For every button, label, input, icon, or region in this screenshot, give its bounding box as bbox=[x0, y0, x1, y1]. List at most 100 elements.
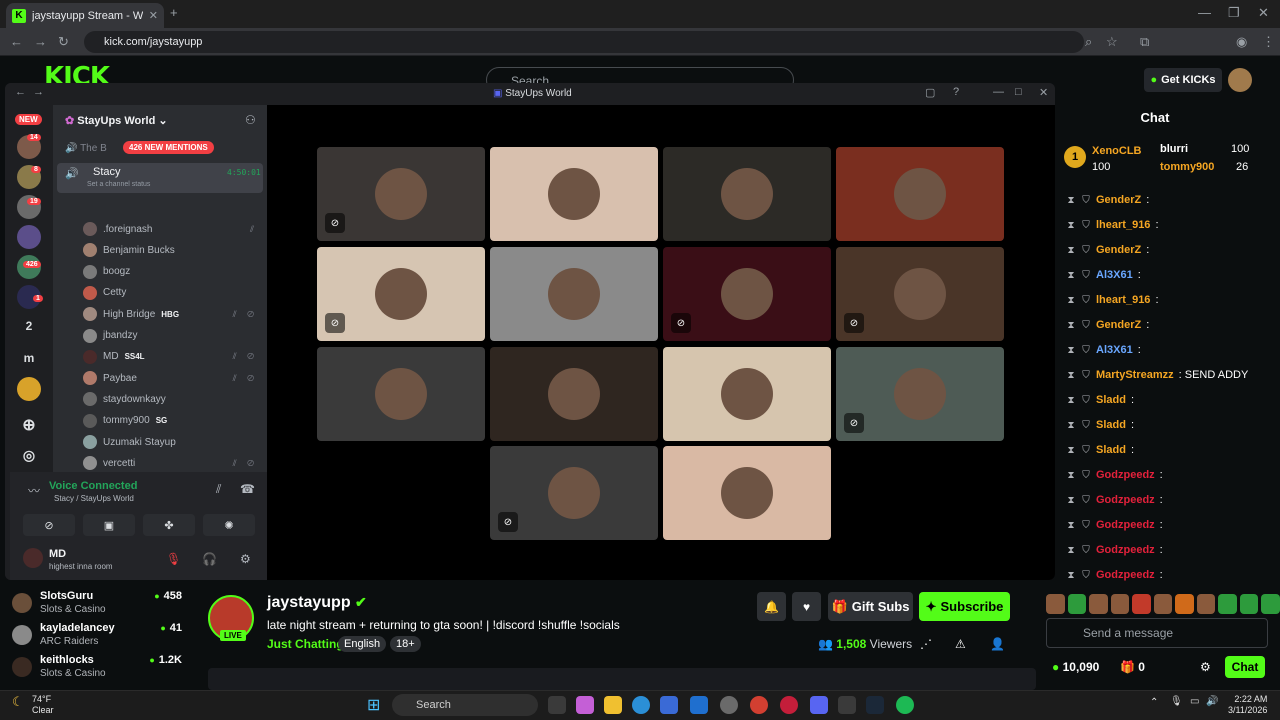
minimize-icon[interactable]: — bbox=[993, 86, 1004, 98]
emote-icon[interactable] bbox=[1261, 594, 1280, 614]
close-window-icon[interactable]: ✕ bbox=[1258, 5, 1269, 21]
leader-name[interactable]: XenoCLB bbox=[1092, 145, 1142, 157]
chat-username[interactable]: Sladd bbox=[1096, 394, 1126, 406]
subscribe-button[interactable]: ✦ Subscribe bbox=[919, 592, 1010, 621]
participant-tile[interactable]: ⊘ bbox=[317, 247, 485, 341]
noise-suppression-icon[interactable]: ⫽ bbox=[216, 482, 221, 497]
user-settings-gear-icon[interactable]: ⚙ bbox=[240, 552, 251, 566]
forward-icon[interactable]: → bbox=[33, 86, 44, 98]
voice-member[interactable]: jbandzy bbox=[83, 327, 258, 345]
get-kicks-button[interactable]: ● Get KICKs bbox=[1144, 68, 1222, 92]
voice-member[interactable]: .foreignash ⫽ bbox=[83, 220, 258, 238]
current-user-name[interactable]: MD bbox=[49, 548, 66, 560]
chat-username[interactable]: MartyStreamzz bbox=[1096, 369, 1174, 381]
microphone-tray-icon[interactable]: 🎙 bbox=[1170, 696, 1183, 707]
follow-heart-button[interactable]: ♥ bbox=[792, 592, 821, 621]
recommended-channel[interactable]: SlotsGuru Slots & Casino 458 bbox=[12, 590, 182, 620]
camera-off-button[interactable]: ⊘ bbox=[23, 514, 75, 536]
chat-username[interactable]: lheart_916 bbox=[1096, 294, 1150, 306]
emote-icon[interactable] bbox=[1175, 594, 1194, 614]
explore-icon[interactable]: ◎ bbox=[17, 447, 41, 464]
emote-icon[interactable] bbox=[1089, 594, 1108, 614]
deafen-icon[interactable]: 🎧 bbox=[202, 552, 217, 566]
emote-icon[interactable] bbox=[1196, 594, 1216, 614]
mentions-badge[interactable]: 426 NEW MENTIONS bbox=[123, 141, 214, 154]
menu-dots-icon[interactable]: ⋮ bbox=[1262, 34, 1275, 50]
voice-member[interactable]: High Bridge HBG ⫽ ⊘ bbox=[83, 305, 258, 323]
emote-icon[interactable] bbox=[1153, 594, 1173, 614]
recommended-channel[interactable]: keithlocks Slots & Casino 1.2K bbox=[12, 654, 182, 684]
stream-tag[interactable]: English bbox=[338, 636, 387, 652]
inbox-icon[interactable]: ▢ bbox=[925, 86, 935, 99]
zoom-icon[interactable]: ⌕ bbox=[1085, 34, 1092, 50]
emote-icon[interactable] bbox=[1132, 594, 1151, 614]
invite-icon[interactable]: ⚇ bbox=[245, 113, 256, 127]
close-icon[interactable]: ✕ bbox=[1039, 86, 1048, 99]
extensions-icon[interactable]: ⧉ bbox=[1140, 34, 1149, 50]
chat-username[interactable]: Godzpeedz bbox=[1096, 569, 1155, 581]
chat-username[interactable]: Godzpeedz bbox=[1096, 519, 1155, 531]
chat-username[interactable]: Sladd bbox=[1096, 419, 1126, 431]
tray-chevron-icon[interactable]: ⌃ bbox=[1150, 697, 1158, 708]
activities-button[interactable]: ✤ bbox=[143, 514, 195, 536]
taskbar-search[interactable]: Search bbox=[392, 694, 538, 716]
chat-username[interactable]: Godzpeedz bbox=[1096, 494, 1155, 506]
server-text-icon[interactable]: 2 bbox=[17, 319, 41, 333]
reload-icon[interactable]: ↻ bbox=[58, 34, 69, 50]
server-text-icon[interactable]: m bbox=[17, 351, 41, 365]
server-icon[interactable] bbox=[17, 377, 41, 401]
add-server-icon[interactable]: ⊕ bbox=[17, 415, 41, 435]
user-avatar[interactable] bbox=[23, 548, 43, 568]
chat-message-input[interactable]: Send a message bbox=[1046, 618, 1268, 648]
voice-channel[interactable]: 🔊 The B bbox=[65, 143, 107, 154]
restore-window-icon[interactable]: ❐ bbox=[1228, 5, 1240, 21]
emote-icon[interactable] bbox=[1110, 594, 1130, 614]
close-tab-icon[interactable]: ✕ bbox=[149, 9, 158, 22]
voice-member[interactable]: tommy900 SG bbox=[83, 412, 258, 430]
task-view-icon[interactable] bbox=[548, 696, 566, 714]
settings-icon[interactable] bbox=[720, 696, 738, 714]
user-avatar[interactable] bbox=[1228, 68, 1252, 92]
weather-widget[interactable]: ☾ 74°F Clear bbox=[12, 694, 54, 716]
settings-gear-icon[interactable]: ⚙ bbox=[1200, 660, 1211, 674]
mute-mic-icon[interactable]: 🎙 bbox=[166, 552, 181, 566]
spotify-icon[interactable] bbox=[896, 696, 914, 714]
emote-icon[interactable] bbox=[1067, 594, 1087, 614]
chat-username[interactable]: Godzpeedz bbox=[1096, 469, 1155, 481]
participant-tile[interactable]: ⊘ bbox=[317, 147, 485, 241]
minimize-window-icon[interactable]: — bbox=[1198, 5, 1211, 20]
profile-icon[interactable]: ◉ bbox=[1236, 34, 1247, 50]
streamer-name[interactable]: jaystayupp ✔ bbox=[267, 594, 367, 612]
store-icon[interactable] bbox=[660, 696, 678, 714]
volume-tray-icon[interactable]: 🔊 bbox=[1206, 696, 1218, 707]
gift-subs-button[interactable]: 🎁 Gift Subs bbox=[828, 592, 913, 621]
participant-tile[interactable] bbox=[317, 347, 485, 441]
mail-icon[interactable] bbox=[690, 696, 708, 714]
add-user-icon[interactable]: 👤 bbox=[990, 637, 1005, 651]
recommended-channel[interactable]: kayladelancey ARC Raiders 41 bbox=[12, 622, 182, 652]
voice-member[interactable]: MD SS4L ⫽ ⊘ bbox=[83, 348, 258, 366]
participant-tile[interactable]: ⊘ bbox=[663, 247, 831, 341]
new-tab-icon[interactable]: + bbox=[170, 5, 178, 20]
share-icon[interactable]: ⋰ bbox=[920, 637, 932, 651]
voice-member[interactable]: vercetti ⫽ ⊘ bbox=[83, 454, 258, 472]
voice-member[interactable]: Cetty bbox=[83, 284, 258, 302]
opera-icon[interactable] bbox=[780, 696, 798, 714]
participant-tile[interactable] bbox=[663, 147, 831, 241]
voice-member[interactable]: Benjamin Bucks bbox=[83, 241, 258, 259]
notification-bell-button[interactable]: 🔔 bbox=[757, 592, 786, 621]
file-explorer-icon[interactable] bbox=[604, 696, 622, 714]
voice-member[interactable]: staydownkayy bbox=[83, 390, 258, 408]
emote-icon[interactable] bbox=[1218, 594, 1237, 614]
voice-location[interactable]: Stacy / StayUps World bbox=[54, 494, 134, 503]
maximize-icon[interactable]: □ bbox=[1015, 86, 1022, 98]
leader-name[interactable]: blurri bbox=[1160, 143, 1188, 155]
emote-icon[interactable] bbox=[1046, 594, 1065, 614]
chat-username[interactable]: Godzpeedz bbox=[1096, 544, 1155, 556]
voice-member[interactable]: Paybae ⫽ ⊘ bbox=[83, 369, 258, 387]
chat-username[interactable]: GenderZ bbox=[1096, 244, 1141, 256]
server-name[interactable]: ✿ StayUps World ⌄ bbox=[65, 114, 168, 127]
participant-tile[interactable] bbox=[663, 446, 831, 540]
participant-tile[interactable] bbox=[663, 347, 831, 441]
server-icon[interactable] bbox=[17, 225, 41, 249]
